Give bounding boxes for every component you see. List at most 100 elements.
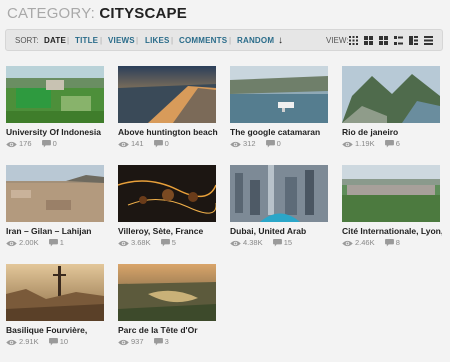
video-card[interactable]: The google catamaran 312 0 [230, 66, 330, 149]
video-thumbnail[interactable] [118, 264, 216, 321]
video-thumbnail[interactable] [6, 264, 104, 321]
comment-icon [154, 140, 163, 148]
grid-small-icon[interactable] [349, 36, 358, 45]
comment-icon [161, 239, 170, 247]
comment-icon [49, 239, 58, 247]
page-title: CATEGORY: CITYSCAPE [7, 5, 187, 23]
video-card[interactable]: Iran – Gilan – Lahijan 2.00K 1 [6, 165, 106, 248]
video-thumbnail[interactable] [6, 165, 104, 222]
grid-large-icon[interactable] [379, 36, 388, 45]
video-meta: 2.46K 8 [342, 238, 442, 248]
grid-medium-icon[interactable] [364, 36, 373, 45]
view-label: VIEW: [326, 36, 349, 45]
sort-comments[interactable]: COMMENTS [179, 30, 227, 52]
video-thumbnail[interactable] [342, 165, 440, 222]
video-card[interactable]: Villeroy, Sète, France 3.68K 5 [118, 165, 218, 248]
comment-count: 8 [395, 238, 400, 247]
comment-icon [49, 338, 58, 346]
list-detail-icon[interactable] [409, 36, 418, 45]
video-meta: 141 0 [118, 139, 218, 149]
video-meta: 3.68K 5 [118, 238, 218, 248]
comment-count: 0 [52, 139, 57, 148]
eye-icon [118, 240, 129, 247]
sort-likes[interactable]: LIKES [145, 30, 170, 52]
comment-icon [385, 239, 394, 247]
video-card[interactable]: Rio de janeiro 1.19K 6 [342, 66, 442, 149]
video-card[interactable]: Basilique Fourvière, 2.91K 10 [6, 264, 106, 347]
video-card[interactable]: Parc de la Tête d'Or 937 3 [118, 264, 218, 347]
separator: | [136, 36, 139, 45]
eye-icon [118, 339, 129, 346]
video-meta: 937 3 [118, 337, 218, 347]
view-count: 937 [131, 337, 144, 346]
eye-icon [6, 141, 17, 148]
category-prefix: CATEGORY: [7, 5, 95, 22]
video-title[interactable]: Cité Internationale, Lyon, [342, 226, 442, 237]
video-meta: 4.38K 15 [230, 238, 330, 248]
comment-count: 10 [59, 337, 69, 346]
sort-bar: SORT: DATE | TITLE | VIEWS | LIKES | COM… [5, 29, 443, 51]
comment-count: 0 [164, 139, 169, 148]
video-thumbnail[interactable] [6, 66, 104, 123]
video-thumbnail[interactable] [230, 165, 328, 222]
view-count: 1.19K [355, 139, 375, 148]
view-count: 2.00K [19, 238, 39, 247]
comment-icon [273, 239, 282, 247]
video-card[interactable]: Dubai, United Arab 4.38K 15 [230, 165, 330, 248]
video-thumbnail[interactable] [342, 66, 440, 123]
separator: | [171, 36, 174, 45]
sort-title[interactable]: TITLE [75, 30, 98, 52]
video-title[interactable]: Dubai, United Arab [230, 226, 330, 237]
eye-icon [342, 141, 353, 148]
video-meta: 176 0 [6, 139, 106, 149]
category-name: CITYSCAPE [99, 5, 187, 22]
list-icon[interactable] [424, 36, 433, 45]
eye-icon [118, 141, 129, 148]
view-count: 176 [19, 139, 32, 148]
sort-label: SORT: [15, 36, 39, 45]
video-title[interactable]: Rio de janeiro [342, 127, 442, 138]
comment-icon [385, 140, 394, 148]
video-title[interactable]: Above huntington beach [118, 127, 218, 138]
list-thumb-icon[interactable] [394, 36, 403, 45]
separator: | [67, 36, 70, 45]
view-count: 2.91K [19, 337, 39, 346]
sort-views[interactable]: VIEWS [108, 30, 135, 52]
video-card[interactable]: University Of Indonesia 176 0 [6, 66, 106, 149]
separator: | [100, 36, 103, 45]
video-thumbnail[interactable] [118, 165, 216, 222]
arrow-down-icon[interactable]: ↓ [278, 30, 283, 52]
comment-count: 6 [395, 139, 400, 148]
view-count: 2.46K [355, 238, 375, 247]
comment-icon [266, 140, 275, 148]
video-title[interactable]: Parc de la Tête d'Or [118, 325, 218, 336]
video-title[interactable]: The google catamaran [230, 127, 330, 138]
video-title[interactable]: Basilique Fourvière, [6, 325, 106, 336]
view-count: 141 [131, 139, 144, 148]
video-thumbnail[interactable] [118, 66, 216, 123]
video-card[interactable]: Above huntington beach 141 0 [118, 66, 218, 149]
comment-icon [42, 140, 51, 148]
video-title[interactable]: Iran – Gilan – Lahijan [6, 226, 106, 237]
view-count: 312 [243, 139, 256, 148]
video-meta: 2.00K 1 [6, 238, 106, 248]
sort-random[interactable]: RANDOM [237, 30, 274, 52]
separator: | [229, 36, 232, 45]
comment-count: 3 [164, 337, 169, 346]
comment-icon [154, 338, 163, 346]
video-meta: 312 0 [230, 139, 330, 149]
eye-icon [6, 240, 17, 247]
video-meta: 2.91K 10 [6, 337, 106, 347]
video-title[interactable]: University Of Indonesia [6, 127, 106, 138]
view-count: 3.68K [131, 238, 151, 247]
video-thumbnail[interactable] [230, 66, 328, 123]
sort-date[interactable]: DATE [44, 30, 66, 52]
video-title[interactable]: Villeroy, Sète, France [118, 226, 218, 237]
video-meta: 1.19K 6 [342, 139, 442, 149]
comment-count: 0 [276, 139, 281, 148]
video-card[interactable]: Cité Internationale, Lyon, 2.46K 8 [342, 165, 442, 248]
eye-icon [6, 339, 17, 346]
comment-count: 5 [171, 238, 176, 247]
comment-count: 1 [59, 238, 64, 247]
eye-icon [230, 141, 241, 148]
